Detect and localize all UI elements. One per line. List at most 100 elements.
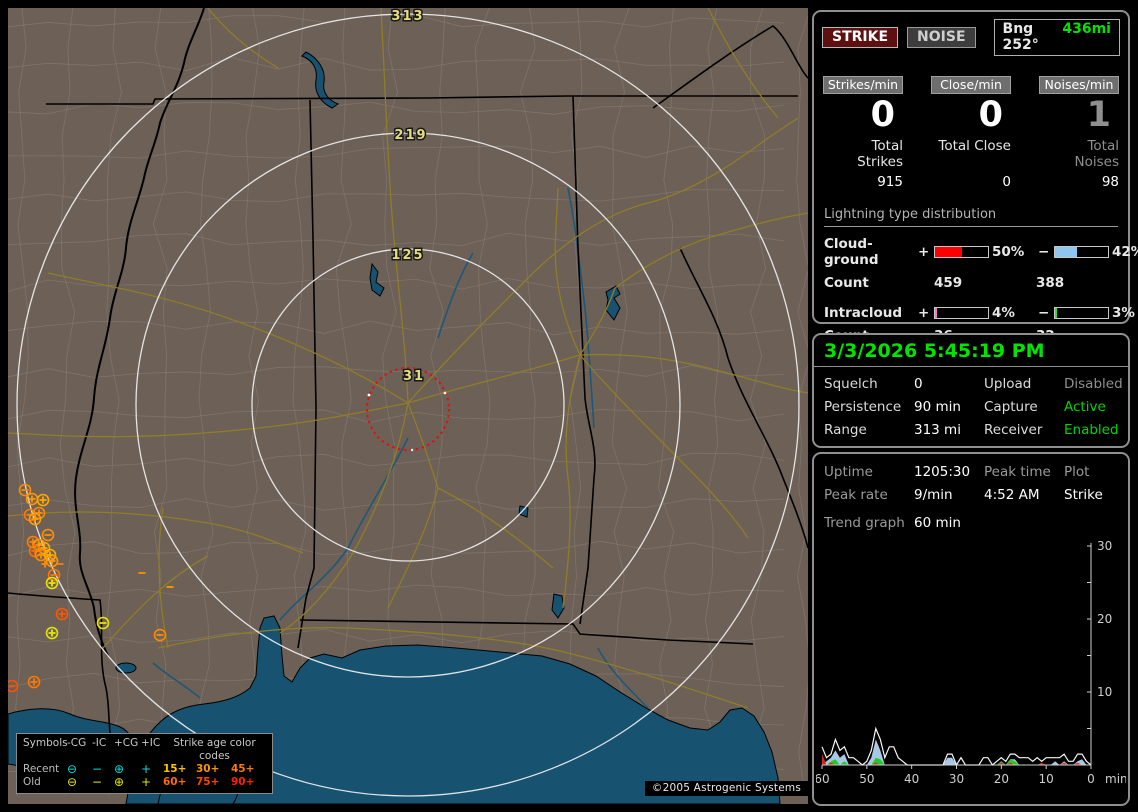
minus-sign: − [1038, 305, 1050, 321]
y-tick-label: 10 [1097, 685, 1112, 699]
squelch-label: Squelch [824, 376, 878, 392]
trend-series-close [822, 739, 1091, 765]
x-tick-label: 40 [904, 772, 919, 786]
x-tick-label: 20 [994, 772, 1009, 786]
cg-count-label: Count [824, 275, 869, 291]
ring-label-219: 219 [394, 128, 427, 143]
x-tick-label: 0 [1087, 772, 1095, 786]
noises-per-min-value: 1 [1086, 95, 1111, 135]
total-noises-value: 98 [1101, 174, 1119, 190]
minus-sign: − [1038, 244, 1050, 260]
age-90: 90+ [231, 776, 255, 788]
squelch-value: 0 [914, 376, 923, 392]
x-tick-label: 50 [859, 772, 874, 786]
stats-panel: STRIKE NOISE Bng 252° 436mi Strikes/min … [812, 10, 1138, 344]
total-strikes-value: 915 [877, 174, 903, 190]
persistence-label: Persistence [824, 399, 902, 415]
upload-status: Disabled [1064, 376, 1123, 392]
y-tick-label: 30 [1097, 539, 1112, 553]
x-tick-label: 30 [949, 772, 964, 786]
range-label: Range [824, 422, 867, 438]
trend-graph: 10 20 30 60 50 40 30 20 10 0 min [816, 539, 1126, 786]
x-tick-label: 10 [1039, 772, 1054, 786]
intracloud-label: Intracloud [824, 305, 903, 321]
status-panel: 3/3/2026 5:45:19 PM Squelch 0 Upload Dis… [812, 333, 1130, 448]
age-60: 60+ [163, 776, 187, 788]
total-close-value: 0 [1002, 174, 1011, 190]
x-tick-label: 60 [816, 772, 830, 786]
ring-label-31: 31 [403, 369, 425, 384]
age-30: 30+ [196, 763, 220, 775]
uptime-label: Uptime [824, 464, 873, 480]
close-per-min-header: Close/min [931, 76, 1011, 94]
map-canvas: 313 219 125 31 [8, 8, 808, 804]
current-datetime: 3/3/2026 5:45:19 PM [824, 340, 1045, 362]
age-75: 75+ [196, 776, 220, 788]
bearing-distance: 436mi [1062, 21, 1111, 37]
legend-col-neg-ic: -IC [92, 737, 107, 749]
upload-label: Upload [984, 376, 1032, 392]
total-strikes-label: Total Strikes [857, 138, 903, 170]
persistence-value: 90 min [914, 399, 961, 415]
legend-col-pos-cg: +CG [114, 737, 139, 749]
old-ic-neg-icon: − [92, 775, 103, 789]
cloud-ground-label: Cloud-ground [824, 236, 879, 268]
plus-sign: + [918, 244, 930, 260]
cg-positive-count: 459 [934, 275, 963, 291]
cg-negative-bar [1054, 246, 1109, 258]
range-value: 313 mi [914, 422, 961, 438]
legend-row-old-label: Old [23, 776, 41, 788]
receiver-status: Enabled [1064, 422, 1119, 438]
strikes-per-min-header: Strikes/min [823, 76, 903, 94]
trend-panel: Uptime 1205:30 Peak time Plot Peak rate … [812, 452, 1130, 806]
cg-positive-bar [934, 246, 989, 258]
bearing-readout: Bng 252° 436mi [993, 19, 1120, 56]
legend-age-header: Strike age color codes [173, 737, 256, 762]
lightning-map[interactable]: 313 219 125 31 Symbols -CG -IC +CG +IC S… [8, 8, 808, 804]
trend-series-strikes [821, 726, 1092, 767]
strikes-per-min-value: 0 [870, 95, 895, 135]
peak-rate-label: Peak rate [824, 487, 888, 503]
legend-col-neg-cg: -CG [67, 737, 87, 749]
peak-rate-value: 9/min [914, 487, 953, 503]
plus-sign: + [918, 305, 930, 321]
y-tick-label: 20 [1097, 612, 1112, 626]
trend-graph-window: 60 min [914, 515, 961, 531]
map-legend: Symbols -CG -IC +CG +IC Strike age color… [16, 733, 273, 794]
age-15: 15+ [163, 763, 187, 775]
peak-time-value: 4:52 AM [984, 487, 1040, 503]
old-ic-pos-icon: + [141, 775, 152, 789]
ic-positive-bar [934, 307, 989, 319]
legend-col-pos-ic: +IC [141, 737, 161, 749]
age-45: 45+ [231, 763, 255, 775]
x-axis-unit: min [1105, 772, 1126, 786]
cg-negative-count: 388 [1036, 275, 1065, 291]
trend-series-noises [822, 754, 1091, 765]
noises-per-min-header: Noises/min [1039, 76, 1119, 94]
uptime-value: 1205:30 [914, 464, 971, 480]
plot-value: Strike [1064, 487, 1103, 503]
noise-mode-button[interactable]: NOISE [907, 27, 976, 48]
total-noises-label: Total Noises [1074, 138, 1119, 170]
trend-graph-label: Trend graph [824, 515, 905, 531]
cg-positive-pct: 50% [992, 244, 1025, 260]
ic-negative-pct: 3% [1112, 305, 1135, 321]
lightning-type-distribution: Lightning type distribution Cloud-ground… [814, 207, 1138, 344]
peak-time-label: Peak time [984, 464, 1051, 480]
strike-mode-button[interactable]: STRIKE [822, 27, 899, 48]
ring-label-125: 125 [391, 248, 424, 263]
ic-negative-bar [1054, 307, 1109, 319]
legend-symbols-header: Symbols [23, 737, 68, 749]
app-window: 313 219 125 31 Symbols -CG -IC +CG +IC S… [0, 0, 1138, 812]
ring-label-313: 313 [391, 9, 424, 24]
total-close-label: Total Close [938, 138, 1011, 154]
old-cg-pos-icon: ⊕ [114, 775, 125, 789]
copyright-text: ©2005 Astrogenic Systems [644, 781, 808, 796]
old-cg-neg-icon: ⊖ [67, 775, 78, 789]
legend-row-recent-label: Recent [23, 763, 60, 775]
close-per-min-value: 0 [978, 95, 1003, 135]
receiver-label: Receiver [984, 422, 1043, 438]
plot-label: Plot [1064, 464, 1090, 480]
bearing-value: Bng 252° [1002, 21, 1039, 53]
capture-label: Capture [984, 399, 1038, 415]
